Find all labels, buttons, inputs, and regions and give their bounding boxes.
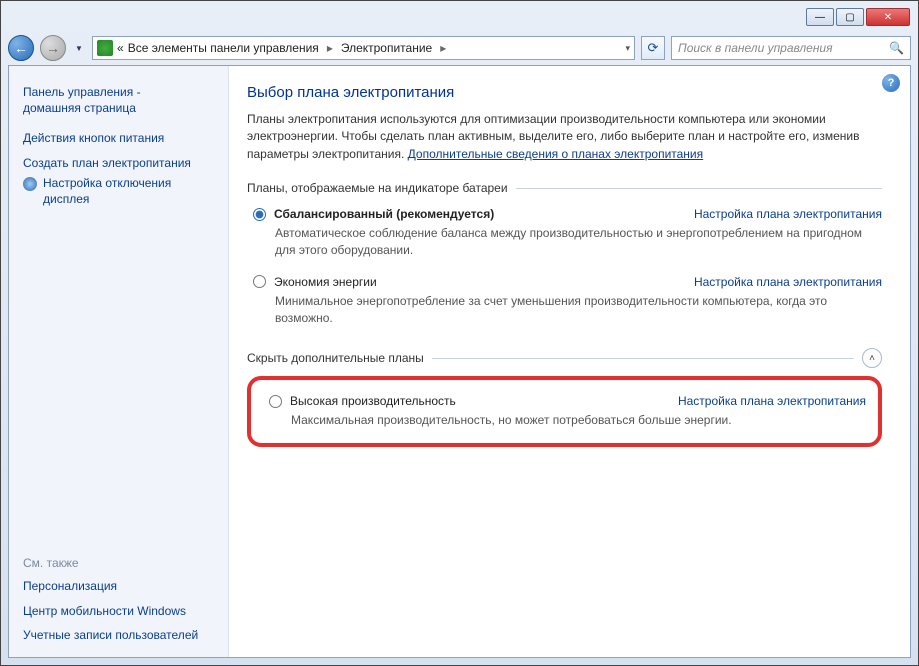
titlebar: — ▢ ✕ xyxy=(8,8,911,30)
breadcrumb-bar[interactable]: « Все элементы панели управления ▸ Элект… xyxy=(92,36,635,60)
control-panel-icon xyxy=(97,40,113,56)
intro-paragraph: Планы электропитания используются для оп… xyxy=(247,111,882,163)
plan-powersaver-label[interactable]: Экономия энергии xyxy=(274,275,377,289)
plan-powersaver-desc: Минимальное энергопотребление за счет ум… xyxy=(253,289,882,327)
intro-more-link[interactable]: Дополнительные сведения о планах электро… xyxy=(408,147,703,161)
plan-powersaver: Экономия энергии Настройка плана электро… xyxy=(247,271,882,339)
sidebar-link-buttons[interactable]: Действия кнопок питания xyxy=(23,126,218,150)
plan-balanced-label[interactable]: Сбалансированный (рекомендуется) xyxy=(274,207,494,221)
plan-balanced-desc: Автоматическое соблюдение баланса между … xyxy=(253,221,882,259)
plan-highperf-settings-link[interactable]: Настройка плана электропитания xyxy=(678,394,866,408)
plan-balanced-settings-link[interactable]: Настройка плана электропитания xyxy=(694,207,882,221)
plan-powersaver-settings-link[interactable]: Настройка плана электропитания xyxy=(694,275,882,289)
page-title: Выбор плана электропитания xyxy=(247,84,882,101)
breadcrumb-item-all[interactable]: Все элементы панели управления xyxy=(128,41,319,55)
address-bar: ← → ▼ « Все элементы панели управления ▸… xyxy=(8,32,911,64)
nav-history-dropdown[interactable]: ▼ xyxy=(72,39,86,57)
see-also-header: См. также xyxy=(23,550,218,574)
plan-highperf-desc: Максимальная производительность, но може… xyxy=(269,408,866,429)
sidebar-link-create-plan[interactable]: Создать план электропитания xyxy=(23,151,218,175)
close-button[interactable]: ✕ xyxy=(866,8,910,26)
group-header-battery: Планы, отображаемые на индикаторе батаре… xyxy=(247,181,882,195)
sidebar-see-personalization[interactable]: Персонализация xyxy=(23,574,218,598)
search-input[interactable]: Поиск в панели управления 🔍 xyxy=(671,36,911,60)
window-frame: — ▢ ✕ ← → ▼ « Все элементы панели управл… xyxy=(0,0,919,666)
nav-forward-button[interactable]: → xyxy=(40,35,66,61)
plan-balanced: Сбалансированный (рекомендуется) Настрой… xyxy=(247,203,882,271)
breadcrumb-dropdown-icon[interactable]: ▾ xyxy=(625,43,630,54)
plan-highperf: Высокая производительность Настройка пла… xyxy=(263,390,866,429)
highlight-box: Высокая производительность Настройка пла… xyxy=(247,376,882,447)
sidebar-see-mobility[interactable]: Центр мобильности Windows xyxy=(23,599,218,623)
sidebar-link-display-off[interactable]: Настройка отключения дисплея xyxy=(23,175,218,207)
collapse-toggle-icon[interactable]: ˄ xyxy=(862,348,882,368)
nav-back-button[interactable]: ← xyxy=(8,35,34,61)
plan-highperf-radio[interactable] xyxy=(269,395,282,408)
sidebar-home-link[interactable]: Панель управления - домашняя страница xyxy=(23,80,218,126)
plan-highperf-label[interactable]: Высокая производительность xyxy=(290,394,456,408)
divider-line xyxy=(516,188,882,189)
refresh-button[interactable]: ⟳ xyxy=(641,36,665,60)
minimize-button[interactable]: — xyxy=(806,8,834,26)
search-placeholder: Поиск в панели управления xyxy=(678,41,833,55)
help-icon[interactable]: ? xyxy=(882,74,900,92)
content-area: Панель управления - домашняя страница Де… xyxy=(8,65,911,658)
search-icon: 🔍 xyxy=(889,41,904,55)
plan-balanced-radio[interactable] xyxy=(253,208,266,221)
group-battery-plans: Планы, отображаемые на индикаторе батаре… xyxy=(247,181,882,338)
plan-powersaver-radio[interactable] xyxy=(253,275,266,288)
sidebar-see-accounts[interactable]: Учетные записи пользователей xyxy=(23,623,218,647)
group-additional-plans: Скрыть дополнительные планы ˄ Высокая пр… xyxy=(247,348,882,447)
breadcrumb-separator: ▸ xyxy=(436,41,450,55)
main-content: ? Выбор плана электропитания Планы элект… xyxy=(229,66,910,657)
maximize-button[interactable]: ▢ xyxy=(836,8,864,26)
breadcrumb-prefix: « xyxy=(117,41,124,55)
sidebar: Панель управления - домашняя страница Де… xyxy=(9,66,229,657)
breadcrumb-separator: ▸ xyxy=(323,41,337,55)
group-header-additional[interactable]: Скрыть дополнительные планы ˄ xyxy=(247,348,882,368)
divider-line xyxy=(432,358,854,359)
breadcrumb-item-power[interactable]: Электропитание xyxy=(341,41,432,55)
display-off-icon xyxy=(23,177,37,191)
